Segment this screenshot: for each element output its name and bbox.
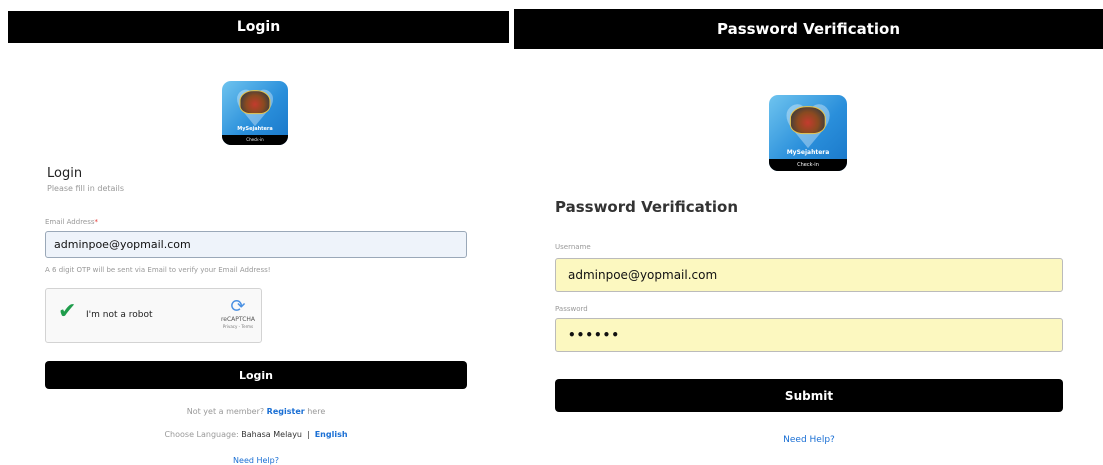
username-value: adminpoe@yopmail.com	[568, 268, 718, 282]
recaptcha-widget: ✔ I'm not a robot ⟳ reCAPTCHA Privacy - …	[45, 288, 262, 343]
submit-button[interactable]: Submit	[555, 379, 1063, 412]
recaptcha-logo: ⟳ reCAPTCHA Privacy - Terms	[216, 296, 260, 330]
login-title: Login	[236, 19, 281, 35]
login-panel: Login ♥ MySejahtera Check-in Login Pleas…	[0, 0, 510, 465]
recaptcha-icon: ⟳	[230, 296, 246, 317]
language-separator: |	[307, 430, 310, 439]
password-label: Password	[555, 305, 588, 313]
email-field[interactable]: adminpoe@yopmail.com	[45, 231, 467, 258]
checkmark-icon[interactable]: ✔	[58, 301, 76, 323]
password-value: ••••••	[568, 328, 621, 342]
language-option-english[interactable]: English	[315, 430, 348, 439]
language-selector: Choose Language: Bahasa Melayu | English	[45, 430, 467, 439]
logo-name: MySejahtera	[237, 126, 273, 132]
language-label: Choose Language:	[164, 430, 239, 439]
email-label-text: Email Address	[45, 218, 95, 226]
verify-title-bar: Password Verification	[514, 9, 1103, 49]
verify-title: Password Verification	[716, 20, 901, 38]
register-suffix: here	[307, 407, 326, 416]
recaptcha-brand: reCAPTCHA	[220, 316, 256, 323]
register-line: Not yet a member? Register here	[45, 407, 467, 416]
logo-strip: Check-in	[769, 159, 847, 171]
captcha-label: I'm not a robot	[86, 310, 153, 320]
login-subtext: Please fill in details	[47, 184, 125, 193]
app-logo-icon: ♥ MySejahtera Check-in	[222, 81, 288, 145]
recaptcha-terms[interactable]: Privacy - Terms	[216, 324, 260, 329]
password-field[interactable]: ••••••	[555, 318, 1063, 352]
logo-name: MySejahtera	[786, 149, 830, 156]
language-option-malay[interactable]: Bahasa Melayu	[241, 430, 302, 439]
email-label: Email Address*	[45, 218, 98, 226]
login-heading: Login	[47, 166, 83, 181]
submit-button-label: Submit	[784, 388, 834, 403]
verify-heading: Password Verification	[555, 198, 739, 216]
login-title-bar: Login	[8, 11, 509, 43]
required-marker: *	[94, 218, 99, 226]
need-help-line: Need Help?	[45, 456, 467, 465]
need-help-link[interactable]: Need Help?	[783, 435, 835, 445]
app-logo-icon: ♥ MySejahtera Check-in	[769, 95, 847, 171]
otp-hint: A 6 digit OTP will be sent via Email to …	[45, 266, 271, 274]
register-link[interactable]: Register	[267, 407, 305, 416]
email-value: adminpoe@yopmail.com	[54, 238, 191, 251]
need-help-link[interactable]: Need Help?	[233, 456, 279, 465]
login-button-label: Login	[238, 368, 274, 382]
login-button[interactable]: Login	[45, 361, 467, 389]
need-help-line: Need Help?	[555, 435, 1063, 445]
logo-strip: Check-in	[222, 135, 288, 145]
username-label: Username	[555, 243, 591, 251]
register-prefix: Not yet a member?	[186, 407, 265, 416]
verify-panel: Password Verification ♥ MySejahtera Chec…	[510, 0, 1103, 465]
crest-emblem	[239, 90, 271, 114]
crest-emblem	[789, 106, 827, 134]
username-field[interactable]: adminpoe@yopmail.com	[555, 258, 1063, 292]
